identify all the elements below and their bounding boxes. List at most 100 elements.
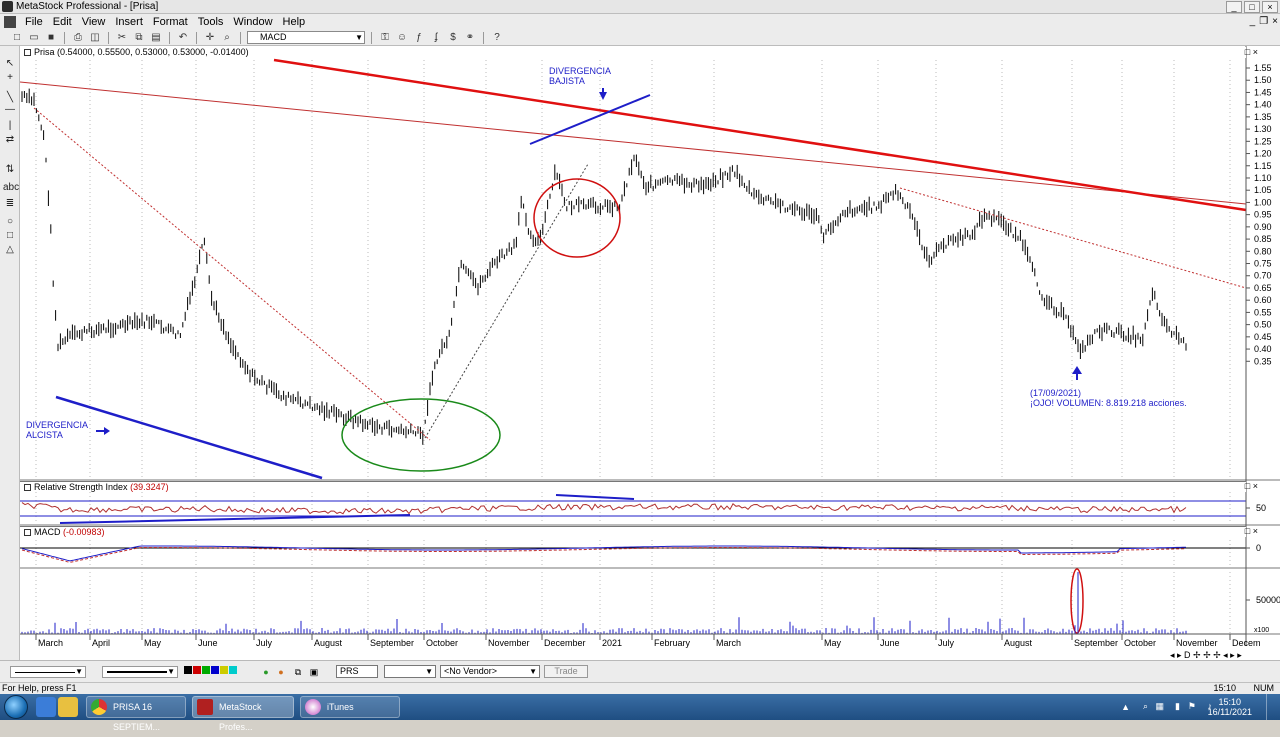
- trade-button[interactable]: Trade: [544, 665, 588, 678]
- network-icon[interactable]: ▦: [1155, 701, 1164, 712]
- price-pane-buttons[interactable]: □ ×: [1245, 47, 1258, 57]
- globe-icon[interactable]: ●: [260, 666, 272, 678]
- macd-pane-buttons[interactable]: □ ×: [1245, 526, 1258, 536]
- blue-divergence-line[interactable]: [55, 395, 323, 480]
- text-icon[interactable]: abc: [3, 182, 19, 194]
- vendor-select[interactable]: <No Vendor> ▼: [440, 665, 540, 678]
- start-button[interactable]: [4, 695, 28, 719]
- menu-window[interactable]: Window: [228, 16, 277, 28]
- copy-chart-icon[interactable]: ⧉: [292, 666, 304, 678]
- menu-help[interactable]: Help: [278, 16, 311, 28]
- color-swatch[interactable]: [193, 666, 201, 674]
- x-tick-label: December: [544, 638, 586, 648]
- color-swatch[interactable]: [202, 666, 210, 674]
- pointer-icon[interactable]: ↖: [3, 58, 17, 70]
- period-select[interactable]: ▼: [384, 665, 436, 678]
- print-icon[interactable]: ⎙: [71, 31, 85, 44]
- expand-tray-icon[interactable]: ▲: [1121, 702, 1130, 712]
- minimize-button[interactable]: _: [1226, 1, 1242, 13]
- chart-canvas[interactable]: 1.55 1.50 1.45 1.40 1.35 1.30 1.25 1.20 1.15 1.10…: [20, 46, 1280, 660]
- fibonacci-icon[interactable]: ⇅: [3, 164, 17, 176]
- x-tick-label: September: [370, 638, 414, 648]
- flag-icon[interactable]: ⚑: [1188, 701, 1196, 712]
- task-chrome[interactable]: PRISA 16 SEPTIEM...: [86, 696, 186, 732]
- indicator-select[interactable]: MACD ▼: [247, 31, 365, 44]
- menu-insert[interactable]: Insert: [110, 16, 148, 28]
- x-tick-label: June: [198, 638, 218, 648]
- explorer-icon[interactable]: ʄ: [429, 31, 443, 44]
- red-trendline-thick[interactable]: [273, 58, 1247, 212]
- x-tick-label: Decem: [1232, 638, 1261, 648]
- x-tick-label: October: [426, 638, 458, 648]
- color-swatch[interactable]: [211, 666, 219, 674]
- pane-maximize-icon[interactable]: [24, 529, 31, 536]
- mdi-minimize-button[interactable]: _: [1250, 16, 1256, 27]
- task-metastock[interactable]: MetaStock Profes...: [192, 696, 294, 732]
- crosshair-icon[interactable]: ✛: [203, 31, 217, 44]
- copy-icon[interactable]: ⧉: [132, 31, 146, 44]
- red-volume-circle[interactable]: [1070, 568, 1084, 634]
- horizontal-line-icon[interactable]: —: [3, 104, 17, 116]
- preview-icon[interactable]: ◫: [88, 31, 102, 44]
- red-circle[interactable]: [533, 178, 621, 258]
- style-bar: ▼ ▼ ● ● ⧉ ▣ PRS ▼ <No Vendor> ▼ Trade: [0, 660, 1280, 682]
- mdi-close-button[interactable]: ×: [1272, 16, 1278, 27]
- crosshair-tool-icon[interactable]: +: [3, 72, 17, 84]
- chart-window[interactable]: 1.55 1.50 1.45 1.40 1.35 1.30 1.25 1.20 1.15 1.10…: [20, 46, 1280, 660]
- menu-view[interactable]: View: [77, 16, 111, 28]
- money-icon[interactable]: $: [446, 31, 460, 44]
- pane-maximize-icon[interactable]: [24, 49, 31, 56]
- red-trendline-thin[interactable]: [20, 81, 1247, 205]
- window-title: MetaStock Professional - [Prisa]: [16, 1, 159, 12]
- menu-file[interactable]: File: [20, 16, 48, 28]
- show-desktop-button[interactable]: [1266, 694, 1280, 720]
- trendline-icon[interactable]: ╲: [3, 92, 17, 104]
- menu-edit[interactable]: Edit: [48, 16, 77, 28]
- lock-icon[interactable]: ⚿: [378, 31, 392, 44]
- battery-icon[interactable]: ▮: [1175, 701, 1180, 712]
- cycle-icon[interactable]: ⇄: [3, 134, 17, 146]
- y-tick-label: 1.30: [1254, 124, 1272, 134]
- dotted-support-line[interactable]: [424, 163, 589, 439]
- rsi-pane-buttons[interactable]: □ ×: [1245, 481, 1258, 491]
- folder-icon[interactable]: [58, 697, 78, 717]
- symbol-input[interactable]: PRS: [336, 665, 378, 678]
- lines-icon[interactable]: ≣: [3, 198, 17, 210]
- new-icon[interactable]: □: [10, 31, 24, 44]
- y-tick-label: 1.50: [1254, 75, 1272, 85]
- open-icon[interactable]: ▭: [27, 31, 41, 44]
- task-itunes[interactable]: iTunes: [300, 696, 400, 718]
- color-swatch[interactable]: [220, 666, 228, 674]
- green-circle[interactable]: [341, 398, 501, 472]
- cut-icon[interactable]: ✂: [115, 31, 129, 44]
- rectangle-icon[interactable]: □: [3, 230, 17, 242]
- snapshot-icon[interactable]: ▣: [308, 666, 320, 678]
- line-style-select[interactable]: ▼: [10, 666, 86, 678]
- help-icon[interactable]: ?: [490, 31, 504, 44]
- color-swatch[interactable]: [184, 666, 192, 674]
- mdi-restore-button[interactable]: ❐: [1259, 16, 1268, 27]
- vertical-line-icon[interactable]: |: [3, 120, 17, 132]
- menu-format[interactable]: Format: [148, 16, 193, 28]
- menu-tools[interactable]: Tools: [193, 16, 229, 28]
- zoom-icon[interactable]: ⌕: [220, 31, 234, 44]
- clock[interactable]: 15:10 16/11/2021: [1208, 697, 1252, 717]
- triangle-icon[interactable]: △: [3, 244, 17, 256]
- undo-icon[interactable]: ↶: [176, 31, 190, 44]
- expert-icon[interactable]: ☺: [395, 31, 409, 44]
- refresh-icon[interactable]: ●: [275, 666, 287, 678]
- close-button[interactable]: ×: [1262, 1, 1278, 13]
- indicator-builder-icon[interactable]: ƒ: [412, 31, 426, 44]
- paste-icon[interactable]: ▤: [149, 31, 163, 44]
- dotted-resistance-line[interactable]: [33, 107, 431, 441]
- maximize-button[interactable]: □: [1244, 1, 1260, 13]
- save-icon[interactable]: ■: [44, 31, 58, 44]
- pane-maximize-icon[interactable]: [24, 484, 31, 491]
- ellipse-icon[interactable]: ○: [3, 216, 17, 228]
- color-swatch[interactable]: [229, 666, 237, 674]
- search-icon[interactable]: ⌕: [1143, 701, 1148, 712]
- binoculars-icon[interactable]: ⚭: [463, 31, 477, 44]
- ie-icon[interactable]: [36, 697, 56, 717]
- y-tick-label: 1.15: [1254, 161, 1272, 171]
- line-width-select[interactable]: ▼: [102, 666, 178, 678]
